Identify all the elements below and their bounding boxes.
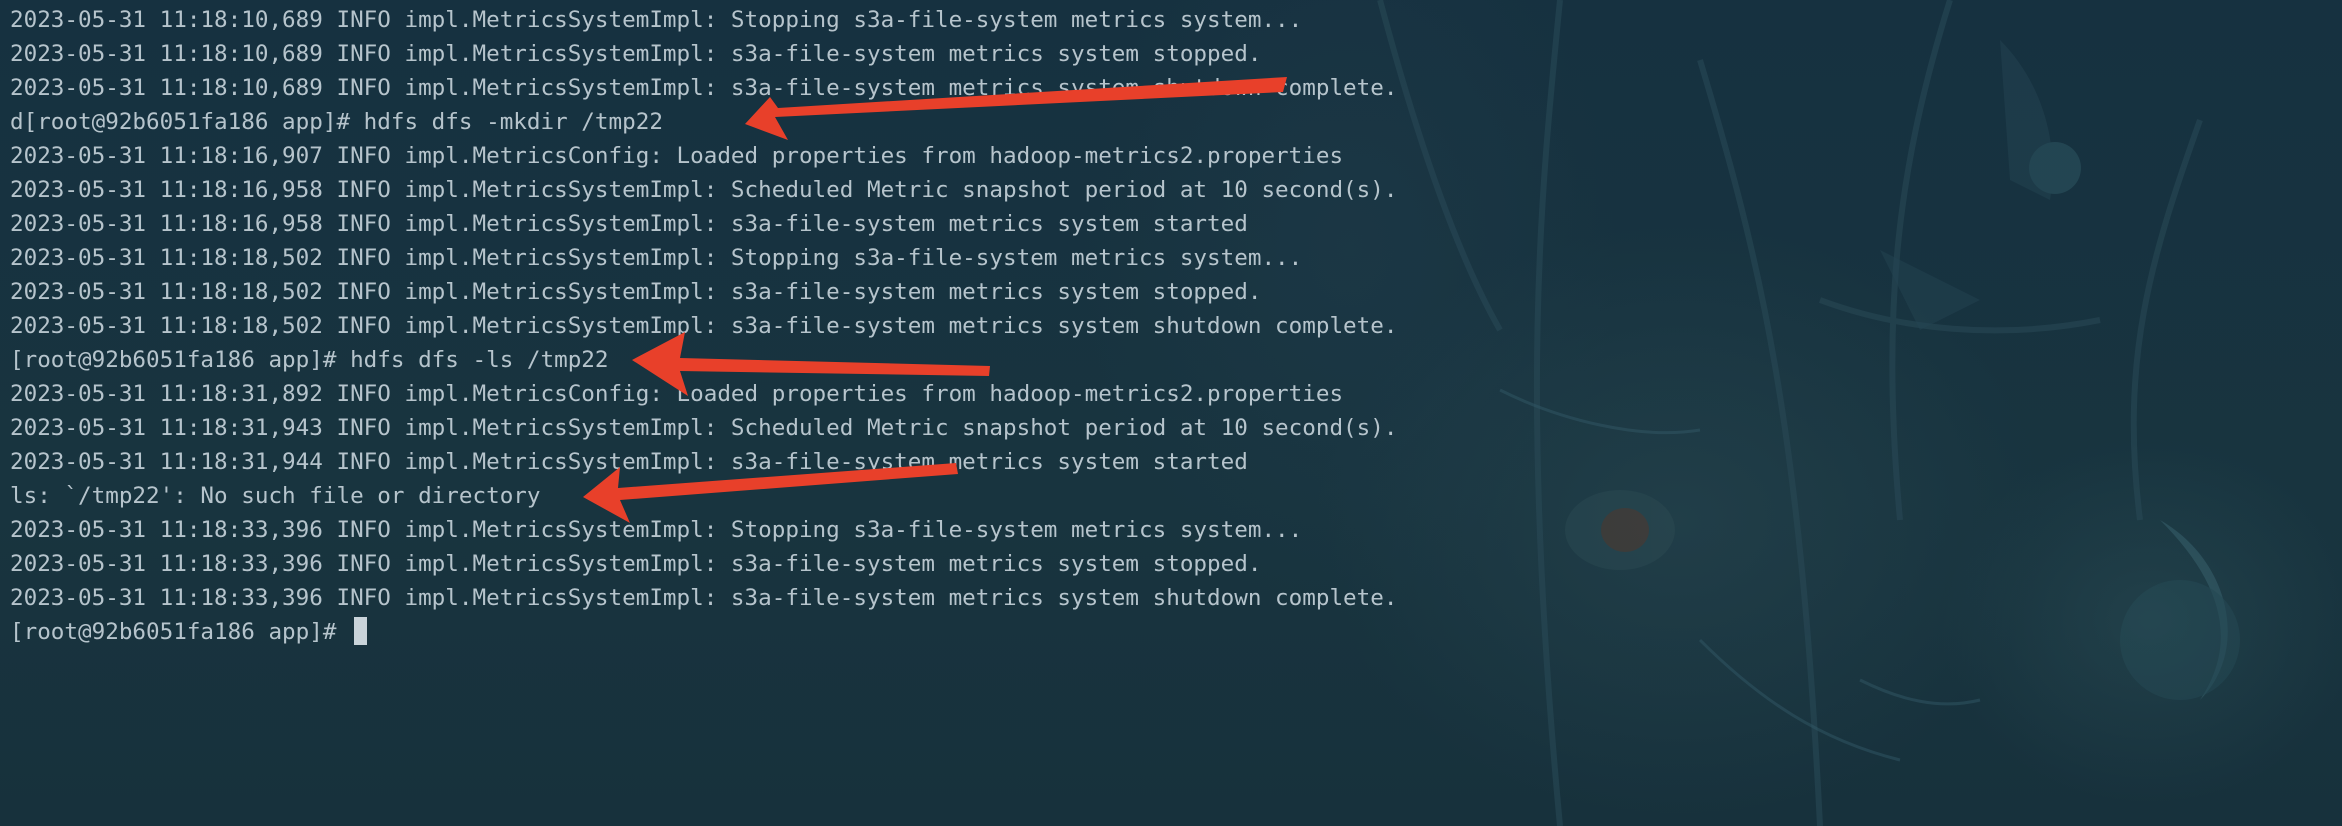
prompt-line[interactable]: [root@92b6051fa186 app]# [10, 615, 1397, 649]
terminal-line: 2023-05-31 11:18:18,502 INFO impl.Metric… [10, 245, 1303, 271]
terminal-line: 2023-05-31 11:18:33,396 INFO impl.Metric… [10, 517, 1303, 543]
terminal-line: 2023-05-31 11:18:10,689 INFO impl.Metric… [10, 75, 1398, 101]
terminal-line: 2023-05-31 11:18:10,689 INFO impl.Metric… [10, 7, 1303, 33]
terminal-line: 2023-05-31 11:18:10,689 INFO impl.Metric… [10, 41, 1262, 67]
shell-prompt: [root@92b6051fa186 app]# [10, 619, 351, 645]
terminal-output: 2023-05-31 11:18:10,689 INFO impl.Metric… [10, 3, 1397, 649]
error-line: ls: `/tmp22': No such file or directory [10, 483, 541, 509]
terminal-line: 2023-05-31 11:18:33,396 INFO impl.Metric… [10, 585, 1398, 611]
terminal-line: 2023-05-31 11:18:16,958 INFO impl.Metric… [10, 177, 1398, 203]
terminal-window[interactable]: 2023-05-31 11:18:10,689 INFO impl.Metric… [0, 0, 2342, 826]
terminal-line: 2023-05-31 11:18:31,944 INFO impl.Metric… [10, 449, 1248, 475]
terminal-line: 2023-05-31 11:18:31,892 INFO impl.Metric… [10, 381, 1344, 407]
command-line-mkdir: d[root@92b6051fa186 app]# hdfs dfs -mkdi… [10, 109, 663, 135]
terminal-line: 2023-05-31 11:18:16,958 INFO impl.Metric… [10, 211, 1248, 237]
command-line-ls: [root@92b6051fa186 app]# hdfs dfs -ls /t… [10, 347, 609, 373]
terminal-line: 2023-05-31 11:18:33,396 INFO impl.Metric… [10, 551, 1262, 577]
terminal-line: 2023-05-31 11:18:18,502 INFO impl.Metric… [10, 279, 1262, 305]
terminal-line: 2023-05-31 11:18:31,943 INFO impl.Metric… [10, 415, 1398, 441]
terminal-line: 2023-05-31 11:18:18,502 INFO impl.Metric… [10, 313, 1398, 339]
text-cursor [354, 617, 368, 645]
terminal-line: 2023-05-31 11:18:16,907 INFO impl.Metric… [10, 143, 1344, 169]
